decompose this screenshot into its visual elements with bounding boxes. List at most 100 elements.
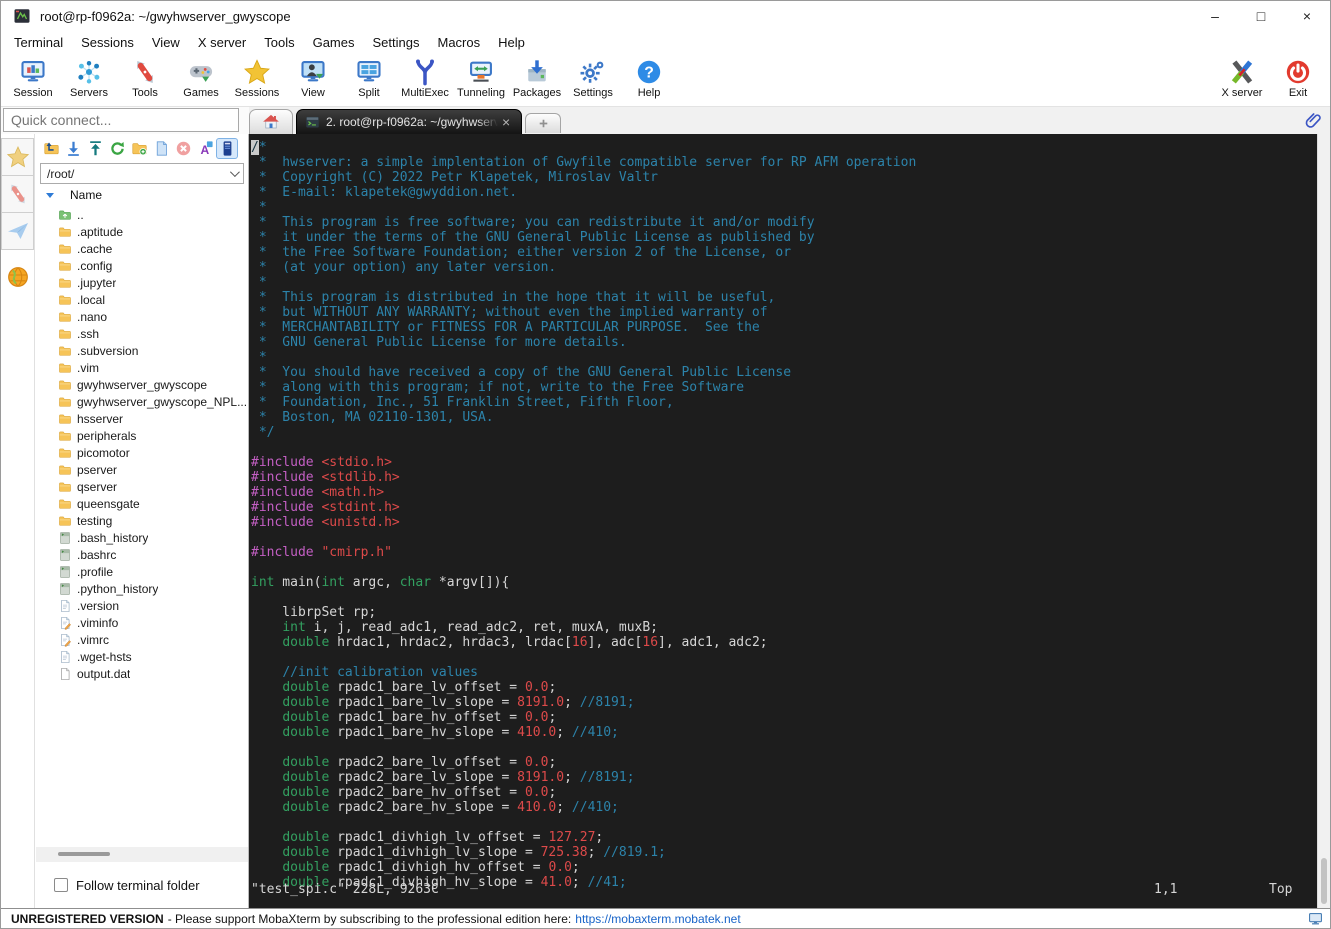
new-file-button[interactable] — [150, 138, 172, 159]
menu-sessions[interactable]: Sessions — [72, 33, 143, 52]
rail-sessions-panel-button[interactable] — [1, 138, 34, 176]
toolbar-label: View — [301, 87, 325, 99]
path-dropdown[interactable]: /root/ — [40, 163, 244, 184]
follow-terminal-folder-row: Follow terminal folder — [36, 870, 248, 900]
file-row[interactable]: qserver — [36, 478, 248, 495]
file-row[interactable]: .. — [36, 206, 248, 223]
toolbar-settings-button[interactable]: Settings — [565, 56, 621, 99]
toolbar-multiexec-button[interactable]: MultiExec — [397, 56, 453, 99]
toolbar-sessions-button[interactable]: Sessions — [229, 56, 285, 99]
file-row[interactable]: output.dat — [36, 665, 248, 682]
tab-close-icon[interactable]: × — [502, 114, 510, 130]
toggle-hidden-files-button[interactable] — [216, 138, 238, 159]
file-row[interactable]: .subversion — [36, 342, 248, 359]
code-line: * MERCHANTABILITY or FITNESS FOR A PARTI… — [251, 320, 760, 335]
toolbar-help-button[interactable]: ? Help — [621, 56, 677, 99]
scrollbar-thumb[interactable] — [58, 852, 110, 856]
menu-view[interactable]: View — [143, 33, 189, 52]
terminal-scrollbar-thumb[interactable] — [1321, 858, 1327, 904]
file-row[interactable]: queensgate — [36, 495, 248, 512]
toolbar-exit-button[interactable]: Exit — [1270, 56, 1326, 99]
refresh-button[interactable] — [106, 138, 128, 159]
file-row[interactable]: .version — [36, 597, 248, 614]
menu-help[interactable]: Help — [489, 33, 534, 52]
file-row[interactable]: hsserver — [36, 410, 248, 427]
new-folder-button[interactable] — [128, 138, 150, 159]
menu-settings[interactable]: Settings — [364, 33, 429, 52]
file-name: output.dat — [77, 666, 131, 681]
file-row[interactable]: .python_history — [36, 580, 248, 597]
mobatek-link[interactable]: https://mobaxterm.mobatek.net — [575, 912, 740, 926]
file-row[interactable]: gwyhwserver_gwyscope_NPL... — [36, 393, 248, 410]
rail-tools-panel-button[interactable] — [1, 175, 34, 213]
file-row[interactable]: .local — [36, 291, 248, 308]
toolbar-view-button[interactable]: View — [285, 56, 341, 99]
file-row[interactable]: .jupyter — [36, 274, 248, 291]
menu-tools[interactable]: Tools — [255, 33, 303, 52]
file-row[interactable]: pserver — [36, 461, 248, 478]
tab-home[interactable] — [249, 109, 293, 134]
rail-sftp-panel-button[interactable] — [1, 258, 34, 296]
split-icon — [355, 58, 383, 86]
file-row[interactable]: .viminfo — [36, 614, 248, 631]
file-row[interactable]: .cache — [36, 240, 248, 257]
paperclip-icon[interactable] — [1304, 111, 1324, 131]
tab-active-session[interactable]: 2. root@rp-f0962a: ~/gwyhwserver_ × — [296, 109, 522, 134]
quick-connect-input[interactable] — [3, 108, 239, 132]
code-line: * You should have received a copy of the… — [251, 365, 792, 380]
mobaxterm-window: root@rp-f0962a: ~/gwyhwserver_gwyscope –… — [0, 0, 1331, 929]
maximize-button[interactable]: □ — [1238, 1, 1284, 31]
file-row[interactable]: .ssh — [36, 325, 248, 342]
file-row[interactable]: .aptitude — [36, 223, 248, 240]
file-row[interactable]: .wget-hsts — [36, 648, 248, 665]
new-tab-button[interactable] — [525, 113, 561, 133]
home-icon — [262, 113, 280, 131]
toolbar-games-button[interactable]: Games — [173, 56, 229, 99]
delete-button[interactable] — [172, 138, 194, 159]
toolbar-x-server-button[interactable]: X server — [1214, 56, 1270, 99]
file-row[interactable]: peripherals — [36, 427, 248, 444]
name-column-header[interactable]: Name — [36, 186, 248, 204]
delete-icon — [175, 140, 192, 157]
toolbar-tunneling-button[interactable]: Tunneling — [453, 56, 509, 99]
toolbar-packages-button[interactable]: Packages — [509, 56, 565, 99]
file-row[interactable]: .vimrc — [36, 631, 248, 648]
menu-x-server[interactable]: X server — [189, 33, 255, 52]
rename-button[interactable]: A — [194, 138, 216, 159]
terminal[interactable]: /* * hwserver: a simple implentation of … — [249, 134, 1317, 908]
file-row[interactable]: .config — [36, 257, 248, 274]
follow-terminal-folder-checkbox[interactable] — [54, 878, 68, 892]
globe-icon — [6, 265, 30, 289]
menu-games[interactable]: Games — [304, 33, 364, 52]
file-row[interactable]: picomotor — [36, 444, 248, 461]
menu-macros[interactable]: Macros — [428, 33, 489, 52]
file-row[interactable]: gwyhwserver_gwyscope — [36, 376, 248, 393]
horizontal-scrollbar[interactable] — [36, 847, 248, 862]
rail-macros-panel-button[interactable] — [1, 212, 34, 250]
download-icon — [65, 140, 82, 157]
plus-icon — [537, 117, 550, 130]
toolbar-tools-button[interactable]: Tools — [117, 56, 173, 99]
menu-terminal[interactable]: Terminal — [5, 33, 72, 52]
close-button[interactable]: × — [1284, 1, 1330, 31]
file-row[interactable]: .bashrc — [36, 546, 248, 563]
folder-icon — [58, 225, 72, 239]
upload-button[interactable] — [84, 138, 106, 159]
file-name: .bashrc — [77, 547, 117, 562]
go-to-parent-button[interactable] — [40, 138, 62, 159]
terminal-scrollbar[interactable] — [1317, 134, 1330, 908]
minimize-button[interactable]: – — [1192, 1, 1238, 31]
download-button[interactable] — [62, 138, 84, 159]
toolbar-servers-button[interactable]: Servers — [61, 56, 117, 99]
toolbar-session-button[interactable]: Session — [5, 56, 61, 99]
toolbar-split-button[interactable]: Split — [341, 56, 397, 99]
file-row[interactable]: .nano — [36, 308, 248, 325]
folder-icon — [58, 514, 72, 528]
file-row[interactable]: .profile — [36, 563, 248, 580]
file-row[interactable]: testing — [36, 512, 248, 529]
file-row[interactable]: .vim — [36, 359, 248, 376]
toolbar-label: Exit — [1288, 87, 1308, 99]
file-row[interactable]: .bash_history — [36, 529, 248, 546]
